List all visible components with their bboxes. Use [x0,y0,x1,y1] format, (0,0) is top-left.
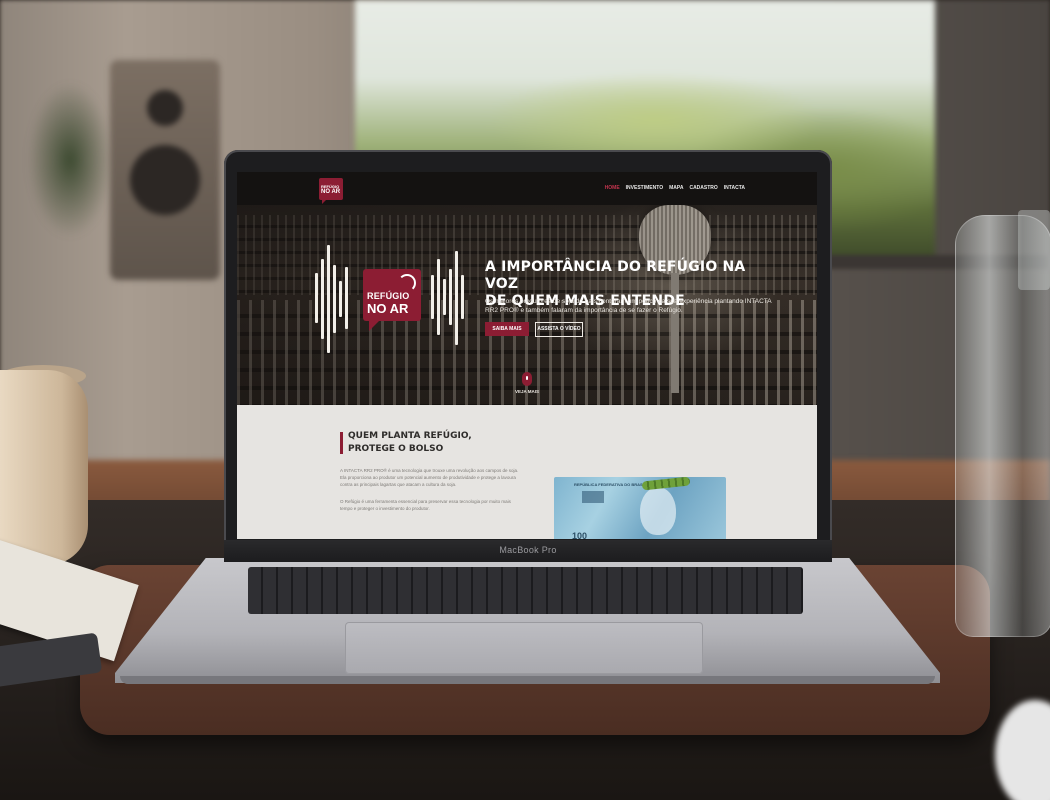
glass-bottle [955,215,1050,637]
logo-line2: NO AR [321,189,341,195]
banknote-value: 100 [572,531,588,539]
section-title: QUEM PLANTA REFÚGIO, PROTEGE O BOLSO [348,431,472,454]
laptop-screen: REFÚGIO NO AR HOME INVESTIMENTO MAPA CAD… [237,172,817,539]
nav-home[interactable]: HOME [605,185,620,191]
site-navbar: REFÚGIO NO AR HOME INVESTIMENTO MAPA CAD… [237,172,817,205]
vase [0,370,88,565]
hero-text: Os maiores produtores de soja do país co… [485,298,772,314]
section-paragraph-1: A INTACTA RR2 PRO® é uma tecnologia que … [340,468,519,487]
hero-logo: REFÚGIO NO AR [363,269,421,331]
caterpillar-icon [641,476,691,491]
nav-cadastro[interactable]: CADASTRO [689,185,717,191]
banknote-label: REPÚBLICA FEDERATIVA DO BRASIL [574,482,647,487]
laptop-chin: MacBook Pro [224,540,832,562]
saiba-mais-button[interactable]: SAIBA MAIS [485,322,529,336]
site-logo[interactable]: REFÚGIO NO AR [319,178,343,204]
banknote-portrait [640,487,676,535]
hero-logo-line2: NO AR [367,301,409,316]
device-model-label: MacBook Pro [499,545,557,555]
nav-investimento[interactable]: INVESTIMENTO [626,185,663,191]
laptop-front-edge [120,676,935,684]
nav-links: HOME INVESTIMENTO MAPA CADASTRO INTACTA [605,185,745,191]
nav-intacta[interactable]: INTACTA [724,185,745,191]
hero-banner: REFÚGIO NO AR A IMPORTÂNCIA DO REFÚGIO N… [237,205,817,405]
assista-video-button[interactable]: ASSISTA O VÍDEO [535,322,583,337]
hero-logo-line1: REFÚGIO [367,291,410,301]
mouse-scroll-icon[interactable] [522,372,532,386]
nav-mapa[interactable]: MAPA [669,185,683,191]
broadcast-icon [398,274,416,292]
banknote-image: REPÚBLICA FEDERATIVA DO BRASIL 100 [554,476,726,539]
keyboard[interactable] [248,567,803,614]
trackpad[interactable] [345,622,703,674]
speaker [110,60,220,280]
content-section: QUEM PLANTA REFÚGIO, PROTEGE O BOLSO A I… [237,405,817,539]
section-paragraph-2: O Refúgio é uma ferramenta essencial par… [340,499,511,511]
see-more-link[interactable]: VEJA MAIS [509,389,545,394]
section-accent-bar [340,432,343,454]
